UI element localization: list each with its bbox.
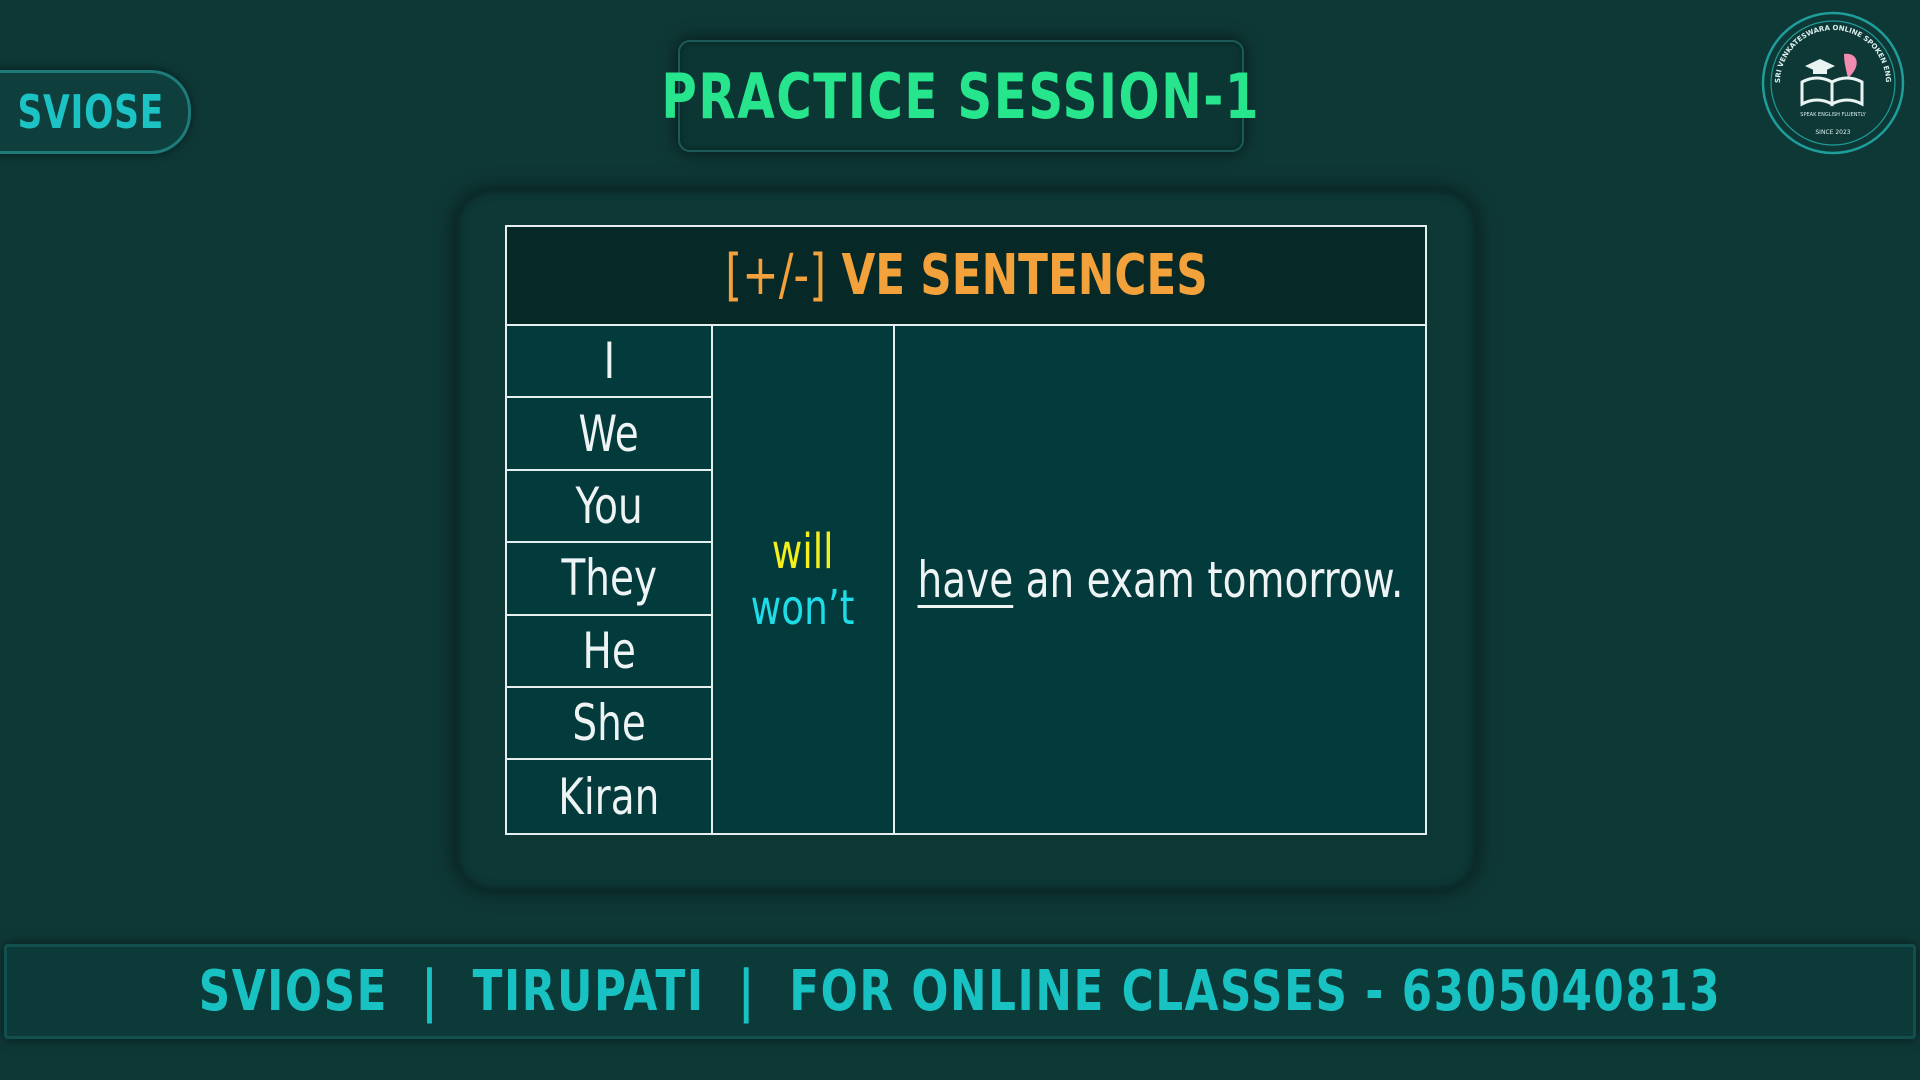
subject-cell: They bbox=[507, 543, 711, 616]
brand-tag: SVIOSE bbox=[0, 70, 191, 154]
sentence-rest: an exam tomorrow. bbox=[1025, 550, 1403, 609]
subject-label: She bbox=[572, 694, 646, 753]
subject-label: They bbox=[561, 549, 657, 608]
aux-positive: will bbox=[772, 523, 834, 580]
logo-tagline: SPEAK ENGLISH FLUENTLY bbox=[1800, 112, 1866, 118]
subject-label: I bbox=[603, 332, 615, 391]
aux-negative: won’t bbox=[751, 579, 855, 636]
subject-cell: We bbox=[507, 398, 711, 471]
subject-cell: I bbox=[507, 326, 711, 399]
school-logo: SRI VENKATESWARA ONLINE SPOKEN ENGLISH S… bbox=[1760, 10, 1905, 155]
subject-cell: You bbox=[507, 471, 711, 544]
table-header: [+/-] VE SENTENCES bbox=[507, 227, 1425, 326]
subject-cell: Kiran bbox=[507, 760, 711, 832]
plus-minus-symbol: [+/-] bbox=[724, 243, 826, 308]
subject-label: He bbox=[582, 621, 636, 680]
brand-tag-label: SVIOSE bbox=[17, 85, 165, 139]
table-header-title: VE SENTENCES bbox=[841, 243, 1208, 308]
sentence-table: [+/-] VE SENTENCES I We You They He She … bbox=[505, 225, 1427, 835]
footer-banner: SVIOSE | TIRUPATI | FOR ONLINE CLASSES -… bbox=[4, 944, 1916, 1039]
main-verb: have bbox=[917, 550, 1013, 609]
footer-text: SVIOSE | TIRUPATI | FOR ONLINE CLASSES -… bbox=[198, 959, 1722, 1024]
subject-label: You bbox=[575, 476, 643, 535]
subject-column: I We You They He She Kiran bbox=[507, 326, 713, 833]
page-title: PRACTICE SESSION-1 bbox=[661, 59, 1261, 133]
subject-cell: He bbox=[507, 616, 711, 688]
predicate-column: have an exam tomorrow. bbox=[895, 326, 1425, 833]
page-title-box: PRACTICE SESSION-1 bbox=[662, 40, 1259, 152]
subject-cell: She bbox=[507, 688, 711, 761]
subject-label: We bbox=[578, 404, 640, 463]
subject-label: Kiran bbox=[558, 767, 660, 826]
logo-since: SINCE 2023 bbox=[1815, 129, 1850, 136]
